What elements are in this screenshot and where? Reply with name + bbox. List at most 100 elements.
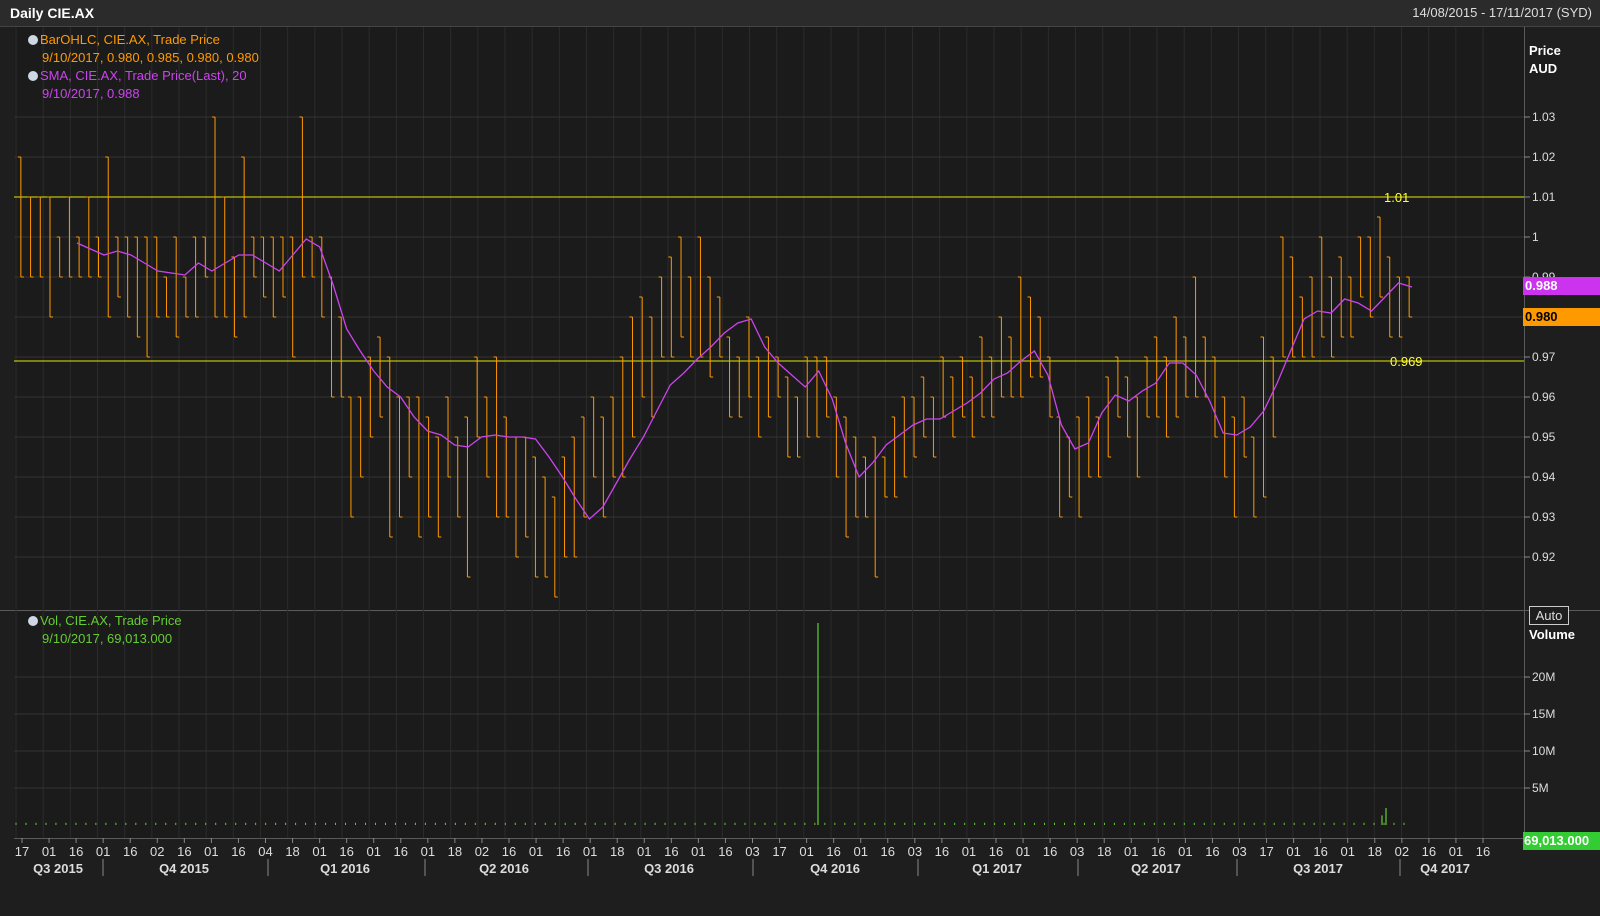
chart-window: Daily CIE.AX 14/08/2015 - 17/11/2017 (SY… [0, 0, 1600, 916]
price-last-value-tag: 0.980 [1523, 308, 1600, 326]
y-tick-label: 1 [1532, 230, 1539, 244]
x-day-label: 16 [881, 844, 895, 859]
x-quarter-label: Q4 2017 [1420, 861, 1470, 876]
x-day-label: 01 [691, 844, 705, 859]
x-day-label: 01 [42, 844, 56, 859]
x-day-label: 16 [1422, 844, 1436, 859]
legend-toggle-icon[interactable] [28, 616, 38, 626]
vol-tick-label: 20M [1532, 670, 1555, 684]
x-day-label: 01 [366, 844, 380, 859]
x-day-label: 01 [637, 844, 651, 859]
y-tick-label: 0.92 [1532, 550, 1556, 564]
y-tick-label: 1.02 [1532, 150, 1556, 164]
level-label: 0.969 [1390, 354, 1423, 369]
x-day-label: 16 [502, 844, 516, 859]
y-tick-label: 0.95 [1532, 430, 1556, 444]
x-day-label: 02 [150, 844, 164, 859]
x-day-label: 17 [15, 844, 29, 859]
x-day-label: 03 [745, 844, 759, 859]
x-day-label: 01 [96, 844, 110, 859]
x-day-label: 01 [583, 844, 597, 859]
chart-canvas[interactable]: 1.010.969 1.031.021.0110.990.980.970.960… [0, 0, 1600, 916]
vol-tick-label: 5M [1532, 781, 1549, 795]
x-day-labels: 17 01 16 01 16 02 16 01 16 04 18 01 16 01 16 01 18 02 16 01… [15, 838, 1490, 859]
x-day-label: 02 [1395, 844, 1409, 859]
level-label: 1.01 [1384, 190, 1409, 205]
x-day-label: 16 [339, 844, 353, 859]
x-day-label: 18 [1368, 844, 1382, 859]
x-day-label: 02 [475, 844, 489, 859]
x-day-label: 01 [1449, 844, 1463, 859]
volume-legend-name[interactable]: Vol, CIE.AX, Trade Price [28, 612, 182, 630]
x-day-label: 01 [853, 844, 867, 859]
legend-toggle-icon[interactable] [28, 71, 38, 81]
x-day-label: 03 [1232, 844, 1246, 859]
x-quarter-label: Q4 2016 [810, 861, 860, 876]
x-day-label: 01 [204, 844, 218, 859]
x-day-label: 16 [69, 844, 83, 859]
x-quarter-label: Q2 2017 [1131, 861, 1181, 876]
x-day-label: 03 [1070, 844, 1084, 859]
x-day-label: 04 [258, 844, 272, 859]
x-day-label: 16 [394, 844, 408, 859]
x-day-label: 16 [123, 844, 137, 859]
y-tick-label: 1.03 [1532, 110, 1556, 124]
sma-legend-name[interactable]: SMA, CIE.AX, Trade Price(Last), 20 [28, 67, 259, 85]
volume-axis-title: Volume [1529, 627, 1575, 642]
volume-legend-value: 9/10/2017, 69,013.000 [42, 631, 173, 646]
x-day-label: 18 [1097, 844, 1111, 859]
sma-last-value-tag: 0.988 [1523, 277, 1600, 295]
y-tick-label: 1.01 [1532, 190, 1556, 204]
x-day-label: 16 [664, 844, 678, 859]
auto-scale-button[interactable]: Auto [1529, 606, 1569, 625]
x-day-label: 16 [1043, 844, 1057, 859]
volume-last-value-tag: 69,013.000 [1523, 832, 1600, 850]
x-quarter-label: Q2 2016 [479, 861, 529, 876]
x-day-label: 01 [1016, 844, 1030, 859]
vol-tick-label: 15M [1532, 707, 1555, 721]
x-quarter-labels: Q3 2015 Q4 2015 Q1 2016 Q2 2016 Q3 2016 Q4 20… [33, 859, 1470, 876]
volume-y-ticks: 20M 15M 10M 5M [1524, 670, 1555, 795]
x-day-label: 16 [718, 844, 732, 859]
x-day-label: 16 [935, 844, 949, 859]
vol-tick-label: 10M [1532, 744, 1555, 758]
x-day-label: 18 [610, 844, 624, 859]
price-y-ticks: 1.031.021.0110.990.980.970.960.950.940.9… [1524, 110, 1556, 564]
x-day-label: 16 [556, 844, 570, 859]
x-day-label: 16 [1151, 844, 1165, 859]
y-tick-label: 0.96 [1532, 390, 1556, 404]
x-day-label: 17 [772, 844, 786, 859]
x-quarter-label: Q3 2017 [1293, 861, 1343, 876]
x-day-label: 01 [421, 844, 435, 859]
x-quarter-label: Q3 2016 [644, 861, 694, 876]
x-day-label: 01 [1286, 844, 1300, 859]
x-day-label: 01 [1340, 844, 1354, 859]
x-quarter-label: Q1 2016 [320, 861, 370, 876]
x-day-label: 01 [799, 844, 813, 859]
x-day-label: 16 [231, 844, 245, 859]
x-quarter-label: Q1 2017 [972, 861, 1022, 876]
x-day-label: 01 [1178, 844, 1192, 859]
x-day-label: 03 [908, 844, 922, 859]
x-day-label: 16 [826, 844, 840, 859]
y-tick-label: 0.93 [1532, 510, 1556, 524]
sma-legend-value: 9/10/2017, 0.988 [42, 86, 140, 101]
price-plot-area [14, 27, 1524, 610]
volume-plot-area [14, 612, 1524, 838]
y-tick-label: 0.97 [1532, 350, 1556, 364]
volume-legend[interactable]: Vol, CIE.AX, Trade Price 9/10/2017, 69,0… [28, 612, 182, 648]
x-day-label: 16 [989, 844, 1003, 859]
price-axis-title: Price AUD [1529, 43, 1561, 76]
ohlc-legend-value: 9/10/2017, 0.980, 0.985, 0.980, 0.980 [42, 50, 259, 65]
x-day-label: 16 [1476, 844, 1490, 859]
y-tick-label: 0.94 [1532, 470, 1556, 484]
x-day-label: 01 [1124, 844, 1138, 859]
x-day-label: 16 [1205, 844, 1219, 859]
x-day-label: 18 [448, 844, 462, 859]
legend-toggle-icon[interactable] [28, 35, 38, 45]
x-day-label: 18 [285, 844, 299, 859]
x-day-label: 01 [529, 844, 543, 859]
price-legend[interactable]: BarOHLC, CIE.AX, Trade Price 9/10/2017, … [28, 31, 259, 103]
x-day-label: 17 [1259, 844, 1273, 859]
ohlc-legend-name[interactable]: BarOHLC, CIE.AX, Trade Price [28, 31, 259, 49]
